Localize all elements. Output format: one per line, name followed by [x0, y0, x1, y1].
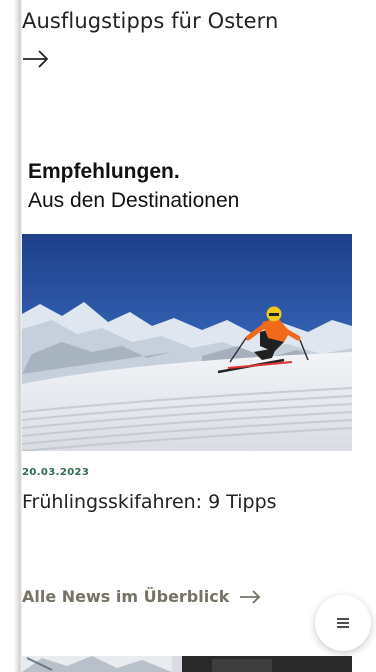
next-card-image[interactable] — [22, 656, 352, 672]
news-card-image[interactable] — [22, 234, 352, 451]
previous-teaser-title[interactable]: Ausflugstipps für Ostern — [22, 9, 352, 33]
skier-photo — [22, 234, 352, 451]
menu-button[interactable] — [315, 595, 371, 651]
arrow-right-icon — [240, 589, 261, 604]
news-card-title[interactable]: Frühlingsskifahren: 9 Tipps — [22, 491, 277, 513]
news-card-date: 20.03.2023 — [22, 467, 90, 478]
all-news-label: Alle News im Überblick — [22, 587, 230, 606]
arrow-right-icon[interactable] — [22, 47, 50, 71]
menu-icon — [337, 618, 349, 628]
all-news-link[interactable]: Alle News im Überblick — [22, 587, 261, 606]
next-card-photo — [22, 656, 352, 672]
page-edge-shadow — [0, 0, 22, 672]
section-subheading: Aus den Destinationen — [28, 189, 240, 212]
section-heading: Empfehlungen. — [28, 160, 180, 183]
